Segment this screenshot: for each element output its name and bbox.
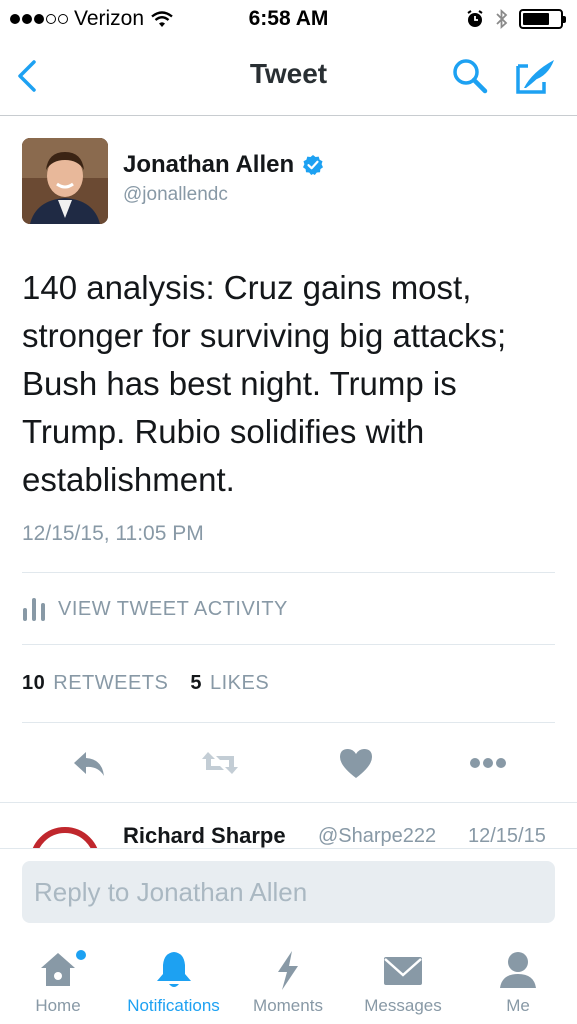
reply-avatar[interactable] [30,827,100,848]
tweet-text: 140 analysis: Cruz gains most, stronger … [22,269,507,498]
reply-author-handle[interactable]: @Sharpe222 [318,825,436,848]
reply-icon[interactable] [70,746,110,780]
envelope-icon [384,957,422,985]
avatar-image [22,138,108,224]
person-icon [500,952,536,988]
compose-icon[interactable] [512,54,560,98]
tab-me[interactable]: Me [482,936,554,1024]
author-name[interactable]: Jonathan Allen [123,151,294,179]
bar-chart-icon [23,598,45,621]
author-handle[interactable]: @jonallendc [123,184,228,206]
tab-label: Home [35,996,81,1015]
battery-icon [519,9,566,29]
likes-count[interactable]: 5 [190,672,202,695]
reply-date: 12/15/15 [468,825,546,847]
reply-author-name[interactable]: Richard Sharpe [123,823,286,848]
more-options-icon[interactable] [468,746,508,780]
tab-home[interactable]: Home [14,936,102,1024]
tab-label: Notifications [127,996,220,1015]
bell-icon [156,952,191,987]
reply-input[interactable] [22,861,555,923]
tab-label: Messages [364,996,442,1015]
retweet-icon[interactable] [200,746,240,780]
tab-label: Me [506,996,530,1015]
tweet-timestamp: 12/15/15, 11:05 PM [22,522,204,545]
bluetooth-icon [496,8,508,30]
divider [22,722,555,723]
divider [22,572,555,573]
view-tweet-activity-link[interactable]: VIEW TWEET ACTIVITY [22,592,288,626]
author-avatar[interactable] [22,138,108,224]
divider [22,644,555,645]
tweet-stats: 10 RETWEETS 5 LIKES [22,672,269,695]
tab-bar: Home Notifications Moments Messages Me [0,936,577,1024]
lightning-icon [278,951,298,990]
search-icon[interactable] [448,54,492,98]
reply-tweet-preview[interactable]: Richard Sharpe @Sharpe222 12/15/15 [0,802,577,848]
reply-composer [0,848,577,936]
tweet-actions [0,740,577,784]
retweets-count[interactable]: 10 [22,672,45,695]
home-notification-dot [76,950,86,960]
tab-messages[interactable]: Messages [356,936,450,1024]
nav-bar: Tweet [0,38,577,116]
status-right [465,8,566,30]
tab-label: Moments [253,996,323,1015]
alarm-icon [467,10,483,27]
retweets-label[interactable]: RETWEETS [53,672,168,695]
tab-notifications[interactable]: Notifications [116,936,231,1024]
activity-label: VIEW TWEET ACTIVITY [58,597,288,620]
author-name-row: Jonathan Allen [123,151,324,179]
tab-moments[interactable]: Moments [245,936,331,1024]
home-icon [41,953,75,986]
like-heart-icon[interactable] [336,746,376,780]
verified-badge-icon [303,155,324,175]
likes-label[interactable]: LIKES [210,672,269,695]
status-bar: Verizon 6:58 AM [0,0,577,38]
